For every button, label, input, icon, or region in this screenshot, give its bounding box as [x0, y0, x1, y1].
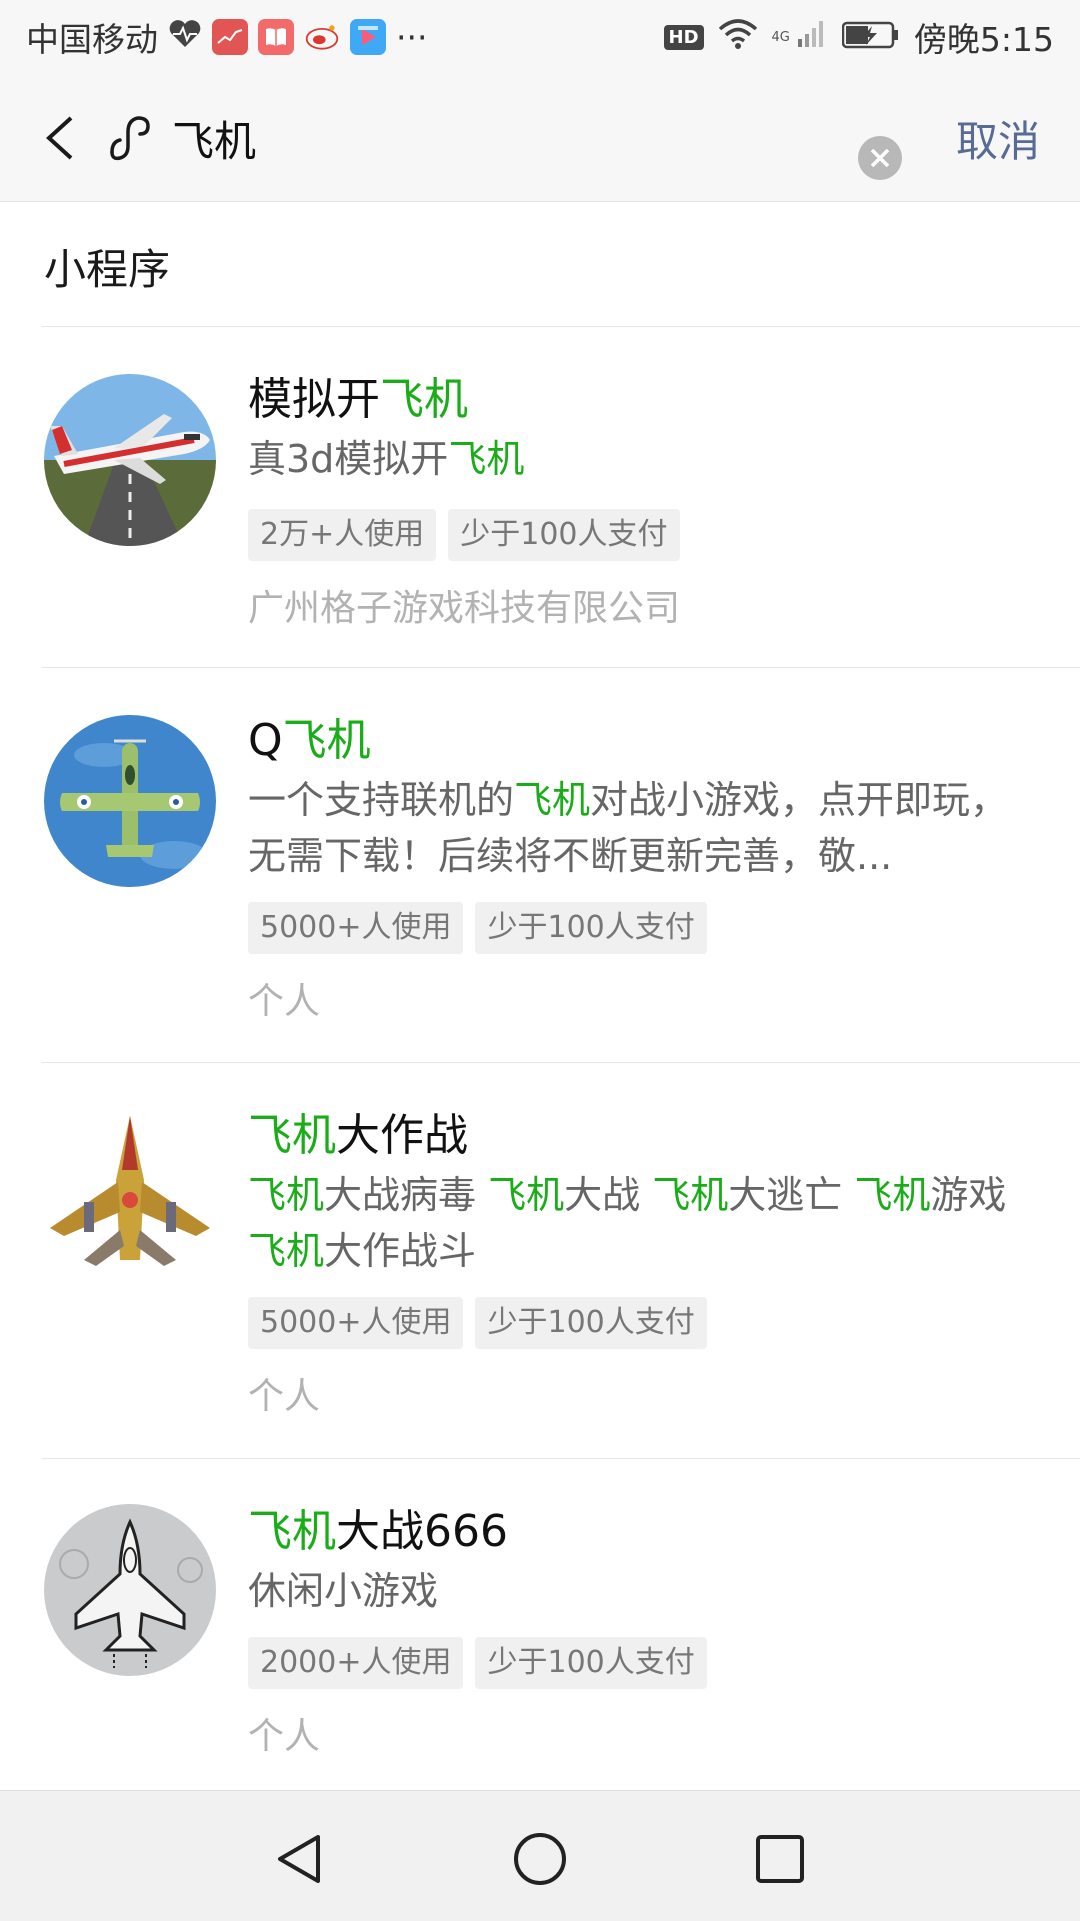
result-item-4[interactable]: 飞机大战666 休闲小游戏 2000+人使用 少于100人支付 个人	[0, 1459, 1080, 1789]
spaceship-icon	[44, 1110, 216, 1282]
hd-icon: HD	[663, 24, 704, 50]
clock-time: 傍晚5:15	[913, 20, 1054, 59]
book-app-icon	[258, 19, 294, 55]
result-description: 一个支持联机的飞机对战小游戏，点开即玩，无需下载！后续将不断更新完善，敬...	[248, 778, 1009, 878]
usage-tag: 2000+人使用	[248, 1637, 464, 1689]
back-arrow-icon	[46, 116, 73, 160]
result-description: 休闲小游戏	[248, 1569, 439, 1613]
result-title: 飞机大作战	[248, 1110, 468, 1161]
sketch-jet-icon	[44, 1504, 216, 1676]
result-tags: 5000+人使用 少于100人支付	[248, 1297, 707, 1349]
result-description: 真3d模拟开飞机	[248, 437, 525, 481]
result-tags: 2万+人使用 少于100人支付	[248, 509, 680, 561]
heart-rate-icon	[168, 18, 202, 57]
result-tags: 5000+人使用 少于100人支付	[248, 902, 707, 954]
carrier-label: 中国移动	[26, 20, 158, 59]
circle-home-icon	[514, 1833, 566, 1885]
wifi-icon	[718, 17, 758, 57]
weibo-app-icon	[304, 19, 340, 55]
fighter-plane-icon	[44, 715, 216, 887]
system-nav-bar	[0, 1790, 1080, 1921]
result-tags: 2000+人使用 少于100人支付	[248, 1637, 707, 1689]
network-type-label: 4G	[771, 29, 790, 45]
result-item-2[interactable]: Q飞机 一个支持联机的飞机对战小游戏，点开即玩，无需下载！后续将不断更新完善，敬…	[0, 668, 1080, 1062]
section-title: 小程序	[44, 245, 171, 294]
more-icon: ···	[396, 17, 428, 57]
mini-program-icon	[110, 116, 150, 161]
back-button[interactable]	[30, 108, 90, 168]
usage-tag: 5000+人使用	[248, 902, 464, 954]
stock-app-icon	[212, 19, 248, 55]
clear-search-button[interactable]	[858, 136, 902, 180]
status-bar: 中国移动 ··· HD 4G 傍晚5:15	[0, 0, 1080, 74]
result-description: 飞机大战病毒 飞机大战 飞机大逃亡 飞机游戏 飞机大作战斗	[248, 1173, 1007, 1273]
payment-tag: 少于100人支付	[448, 509, 680, 561]
usage-tag: 2万+人使用	[248, 509, 437, 561]
square-recents-icon	[756, 1835, 804, 1883]
signal-icon	[796, 17, 828, 57]
result-title: Q飞机	[248, 715, 371, 766]
developer-label: 个人	[248, 981, 321, 1022]
payment-tag: 少于100人支付	[475, 1297, 707, 1349]
result-title: 模拟开飞机	[248, 374, 468, 425]
cancel-button[interactable]: 取消	[956, 108, 1040, 169]
close-icon	[870, 148, 890, 168]
developer-label: 广州格子游戏科技有限公司	[248, 588, 681, 629]
search-header: 取消	[0, 74, 1080, 202]
result-item-1[interactable]: 模拟开飞机 真3d模拟开飞机 2万+人使用 少于100人支付 广州格子游戏科技有…	[0, 327, 1080, 667]
developer-label: 个人	[248, 1376, 321, 1417]
airliner-icon	[44, 374, 216, 546]
nav-recents-button[interactable]	[750, 1829, 810, 1889]
nav-home-button[interactable]	[510, 1829, 570, 1889]
developer-label: 个人	[248, 1716, 321, 1757]
shopping-app-icon	[350, 19, 386, 55]
battery-icon	[841, 18, 900, 57]
triangle-back-icon	[278, 1835, 320, 1883]
payment-tag: 少于100人支付	[475, 902, 707, 954]
nav-back-button[interactable]	[270, 1829, 330, 1889]
search-input[interactable]	[172, 104, 812, 172]
usage-tag: 5000+人使用	[248, 1297, 464, 1349]
payment-tag: 少于100人支付	[475, 1637, 707, 1689]
result-title: 飞机大战666	[248, 1506, 508, 1557]
result-item-3[interactable]: 飞机大作战 飞机大战病毒 飞机大战 飞机大逃亡 飞机游戏 飞机大作战斗 5000…	[0, 1063, 1080, 1457]
